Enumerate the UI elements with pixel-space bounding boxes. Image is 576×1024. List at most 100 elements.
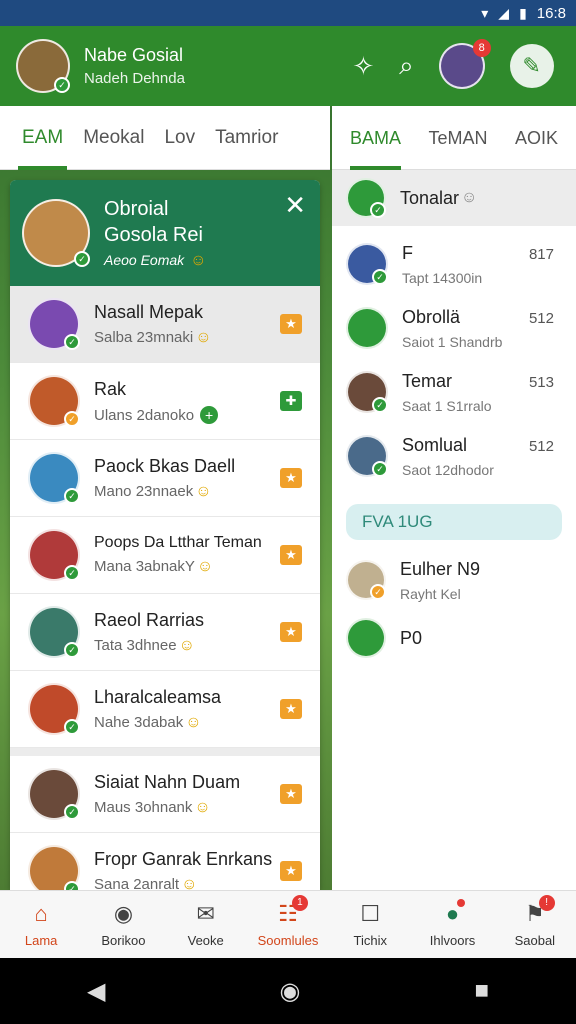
online-badge-icon: ✓	[64, 719, 80, 735]
nav-borikoo[interactable]: ◉ Borikoo	[83, 901, 163, 948]
contact-row[interactable]: ✓ Poops Da Ltthar Teman Mana 3abnakY ☺ ★	[10, 517, 320, 594]
online-badge-icon: ✓	[64, 565, 80, 581]
tab-teman[interactable]: TeMAN	[428, 106, 487, 170]
online-badge-icon: ✓	[74, 251, 90, 267]
contact-avatar: ✓	[28, 298, 80, 350]
tab-tamrior[interactable]: Tamrior	[205, 106, 288, 170]
contact-sub: Saat 1 S1rralo	[402, 397, 492, 414]
right-contact-list: ✓ Tonalar ☺ ✓ F Tapt 14300in 817 Obrollä…	[332, 170, 576, 890]
profile-avatar[interactable]: ✓	[16, 39, 70, 93]
contact-name: Siaiat Nahn Duam	[94, 771, 241, 792]
contact-sub: Rayht Kel	[400, 585, 461, 602]
left-tab-bar: EAM Meokal Lov Tamrior	[0, 106, 330, 170]
contact-avatar	[346, 307, 388, 349]
contact-row[interactable]: ✓ Raeol Rarrias Tata 3dhnee ☺ ★	[10, 594, 320, 671]
system-nav-bar: ◀ ◉ ■	[0, 958, 576, 1024]
contact-status: Nahe 3dabak	[94, 713, 184, 731]
star-icon[interactable]: ★	[280, 468, 302, 488]
group-add-icon[interactable]: ✚	[280, 391, 302, 411]
share-icon[interactable]: ✧	[352, 51, 374, 82]
star-icon[interactable]: ★	[280, 861, 302, 881]
card-subtitle: Aeoo Eomak	[104, 252, 185, 268]
compose-icon[interactable]: ✎	[509, 44, 554, 88]
contact-name: Fropr Ganrak Enrkans	[94, 848, 273, 869]
add-icon[interactable]: +	[200, 405, 219, 424]
contact-name: Lharalcaleamsa	[94, 686, 222, 707]
star-icon[interactable]: ★	[280, 784, 302, 804]
chat-card: ✓ Obroial Gosola Rei Aeoo Eomak ☺ ✕ ✓ Na…	[10, 180, 320, 890]
section-label: FVA 1UG	[346, 504, 562, 540]
contact-avatar: ✓	[346, 243, 388, 285]
smiley-icon: ☺	[195, 482, 212, 500]
nav-label: Ihlvoors	[429, 933, 476, 948]
star-icon[interactable]: ★	[280, 545, 302, 565]
tab-eam[interactable]: EAM	[12, 106, 73, 170]
contact-row[interactable]: ✓ Rak Ulans 2danoko + ✚	[10, 363, 320, 440]
people-icon: ☷ 1	[278, 895, 308, 929]
list-item[interactable]: ✓ Eulher N9 Rayht Kel	[332, 548, 576, 612]
contact-name: Somlual	[402, 434, 468, 455]
left-header: ✓ Nabe Gosial Nadeh Dehnda	[0, 26, 330, 106]
list-item[interactable]: ✓ Tonalar ☺	[332, 170, 576, 226]
contact-status: Tata 3dhnee	[94, 636, 177, 654]
smiley-icon: ☺	[185, 713, 202, 731]
contact-name: F	[402, 242, 413, 263]
contact-avatar: ✓	[346, 435, 388, 477]
contact-status: Sana 2anralt	[94, 875, 180, 891]
list-item[interactable]: P0	[332, 612, 576, 664]
contact-name: Eulher N9	[400, 558, 481, 579]
close-icon[interactable]: ✕	[284, 190, 306, 221]
contact-name: Obrollä	[402, 306, 461, 327]
online-badge-icon: ✓	[372, 269, 388, 285]
notification-badge: 1	[291, 895, 308, 911]
smiley-icon: ☺	[195, 328, 212, 346]
back-icon[interactable]: ◀	[87, 977, 105, 1006]
list-item[interactable]: Obrollä Saiot 1 Shandrb 512	[332, 296, 576, 360]
nav-veoke[interactable]: ✉ Veoke	[166, 901, 246, 948]
home-button-icon[interactable]: ◉	[279, 977, 300, 1006]
contact-sub: Tapt 14300in	[402, 269, 483, 286]
contact-row[interactable]: ✓ Fropr Ganrak Enrkans Sana 2anralt ☺ ★	[10, 833, 320, 890]
tab-meokal[interactable]: Meokal	[73, 106, 154, 170]
tab-aoik[interactable]: AOIK	[515, 106, 558, 170]
explore-icon: ●	[446, 899, 466, 929]
nav-tichix[interactable]: ☐ Tichix	[330, 901, 410, 948]
message-count: 512	[528, 438, 554, 455]
list-item[interactable]: ✓ F Tapt 14300in 817	[332, 232, 576, 296]
user-avatar[interactable]: 8	[438, 39, 491, 89]
nav-ihlvoors[interactable]: ● Ihlvoors	[413, 899, 493, 948]
nav-label: Lama	[24, 933, 58, 948]
tab-bama[interactable]: BAMA	[350, 106, 402, 170]
status-time: 16:8	[536, 4, 566, 22]
contact-status: Mano 23nnaek	[94, 482, 194, 500]
tab-lov[interactable]: Lov	[154, 106, 205, 170]
nav-home[interactable]: ⌂ Lama	[1, 901, 81, 948]
online-badge-icon: ✓	[64, 488, 80, 504]
nav-soomlules[interactable]: ☷ 1 Soomlules	[248, 895, 328, 948]
smiley-icon: ☺	[178, 636, 195, 654]
online-badge-icon: ✓	[372, 397, 388, 413]
contact-row[interactable]: ✓ Lharalcaleamsa Nahe 3dabak ☺ ★	[10, 671, 320, 748]
contact-name: Poops Da Ltthar Teman	[94, 534, 262, 551]
contact-avatar: ✓	[346, 178, 386, 218]
contact-avatar: ✓	[28, 529, 80, 581]
contact-row[interactable]: ✓ Paock Bkas Daell Mano 23nnaek ☺ ★	[10, 440, 320, 517]
contact-row[interactable]: ✓ Nasall Mepak Salba 23mnaki ☺ ★	[10, 286, 320, 363]
search-icon[interactable]: ⌕	[399, 50, 414, 82]
star-icon[interactable]: ★	[280, 622, 302, 642]
contact-avatar: ✓	[346, 560, 386, 600]
contact-row[interactable]: ✓ Siaiat Nahn Duam Maus 3ohnank ☺ ★	[10, 756, 320, 833]
list-item[interactable]: ✓ Somlual Saot 12dhodor 512	[332, 424, 576, 488]
nav-saobal[interactable]: ⚑! Saobal	[495, 895, 575, 948]
star-icon[interactable]: ★	[280, 699, 302, 719]
list-item[interactable]: ✓ Temar Saat 1 S1rralo 513	[332, 360, 576, 424]
app-subtitle: Nadeh Dehnda	[84, 70, 185, 87]
recents-icon[interactable]: ■	[474, 977, 489, 1005]
contact-name: Rak	[94, 378, 127, 399]
contact-name: Temar	[402, 370, 453, 391]
alert-icon: ⚑!	[525, 895, 555, 929]
star-icon[interactable]: ★	[280, 314, 302, 334]
right-tab-bar: BAMA TeMAN AOIK	[332, 106, 576, 170]
bottom-nav: ⌂ Lama ◉ Borikoo ✉ Veoke ☷ 1 Soomlules ☐ …	[0, 890, 576, 958]
contact-status: Mana 3abnakY	[94, 558, 195, 575]
